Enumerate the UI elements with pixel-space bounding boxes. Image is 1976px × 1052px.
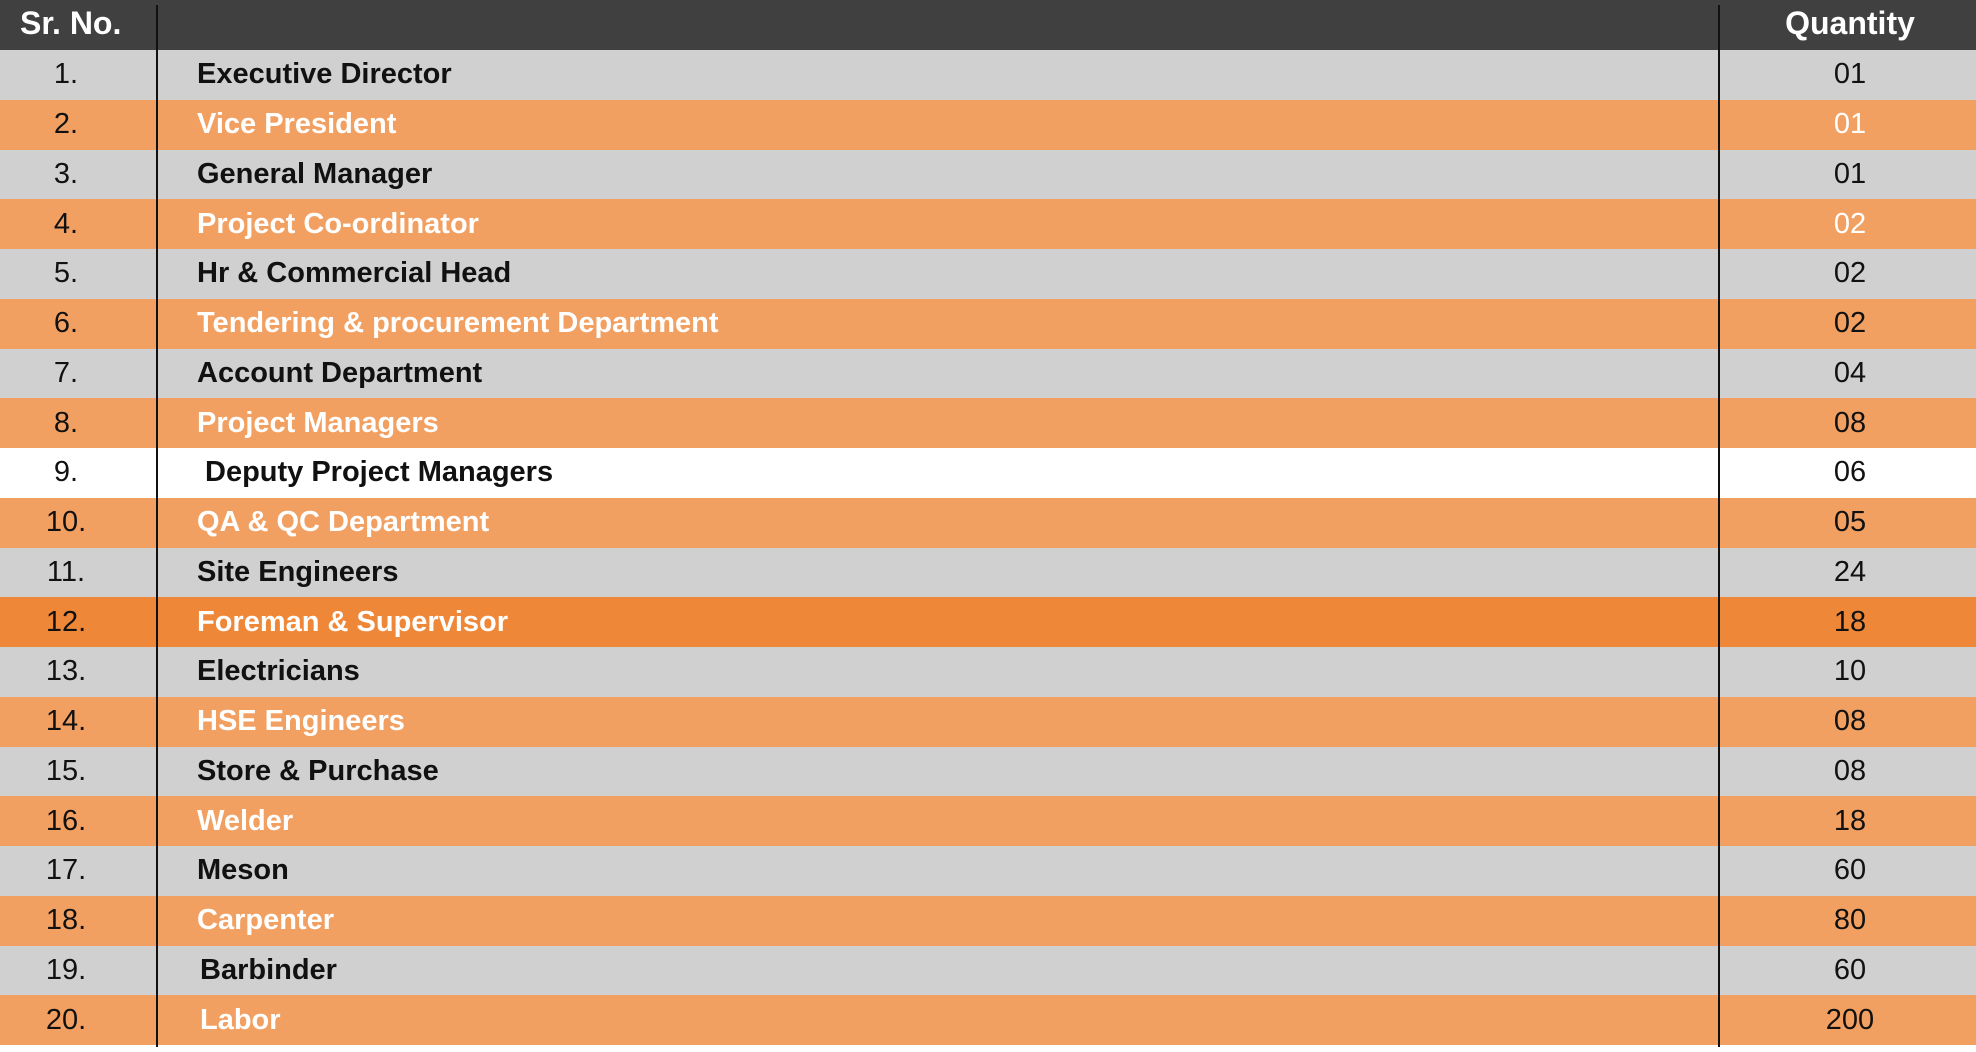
row-number: 13.: [45, 655, 87, 688]
row-designation: QA & QC Department: [197, 506, 490, 539]
row-quantity: 24: [1833, 555, 1867, 588]
row-quantity: 60: [1833, 854, 1867, 887]
row-designation: Store & Purchase: [197, 754, 439, 787]
row-number: 19.: [45, 953, 87, 986]
table-row: 1. Executive Director 01: [0, 50, 1976, 100]
table-row: 8. Project Managers 08: [0, 398, 1976, 448]
table-row: 19. Barbinder 60: [0, 945, 1976, 996]
row-quantity: 08: [1833, 406, 1867, 439]
row-number: 12.: [45, 605, 87, 638]
row-number: 8.: [53, 406, 79, 439]
table-row: 13. Electricians 10: [0, 647, 1976, 697]
row-designation: Deputy Project Managers: [205, 456, 554, 489]
row-number: 9.: [53, 456, 79, 489]
header-quantity: Quantity: [1785, 5, 1915, 41]
row-quantity: 200: [1825, 1003, 1875, 1036]
row-designation: Hr & Commercial Head: [197, 257, 512, 290]
row-designation: Meson: [197, 854, 289, 887]
table-row: 3. General Manager 01: [0, 149, 1976, 200]
row-designation: Foreman & Supervisor: [197, 605, 509, 638]
row-quantity: 02: [1833, 207, 1867, 240]
row-designation: Labor: [200, 1003, 281, 1036]
table-row: 5. Hr & Commercial Head 02: [0, 249, 1976, 299]
staff-quantity-table: Sr. No. Quantity 1. Executive Director 0…: [0, 0, 1976, 1047]
table-body: 1. Executive Director 01 2. Vice Preside…: [0, 50, 1976, 1045]
row-number: 7.: [53, 356, 79, 389]
row-quantity: 02: [1833, 257, 1867, 290]
row-designation: General Manager: [197, 157, 433, 190]
row-number: 11.: [46, 555, 86, 588]
row-designation: Account Department: [197, 356, 483, 389]
table-row: 12. Foreman & Supervisor 18: [0, 597, 1976, 647]
row-quantity: 04: [1833, 356, 1867, 389]
row-number: 4.: [53, 207, 79, 240]
table-row: 17. Meson 60: [0, 846, 1976, 896]
row-number: 5.: [53, 257, 79, 290]
row-number: 16.: [45, 804, 87, 837]
row-quantity: 02: [1833, 307, 1867, 340]
row-number: 1.: [53, 58, 79, 91]
row-number: 20.: [45, 1003, 87, 1036]
header-sr-no: Sr. No.: [20, 5, 122, 41]
table-row: 14. HSE Engineers 08: [0, 696, 1976, 747]
table-row: 4. Project Co-ordinator 02: [0, 199, 1976, 249]
table-row: 18. Carpenter 80: [0, 895, 1976, 946]
column-divider-right: [1718, 5, 1720, 1047]
row-number: 3.: [53, 157, 79, 190]
row-number: 14.: [45, 705, 87, 738]
row-quantity: 05: [1833, 506, 1867, 539]
row-designation: Tendering & procurement Department: [197, 307, 719, 340]
row-number: 17.: [45, 854, 87, 887]
row-number: 6.: [53, 307, 79, 340]
row-number: 15.: [45, 754, 87, 787]
row-designation: Electricians: [197, 655, 360, 688]
row-quantity: 80: [1833, 904, 1867, 937]
table-row: 11. Site Engineers 24: [0, 547, 1976, 598]
row-quantity: 08: [1833, 705, 1867, 738]
row-designation: Site Engineers: [197, 555, 399, 588]
table-row: 20. Labor 200: [0, 995, 1976, 1045]
row-designation: Executive Director: [197, 58, 452, 91]
column-divider-left: [156, 5, 158, 1047]
table-row: 9. Deputy Project Managers 06: [0, 448, 1976, 498]
row-designation: Vice President: [197, 108, 397, 141]
row-quantity: 01: [1833, 108, 1867, 141]
row-designation: HSE Engineers: [197, 705, 405, 738]
row-quantity: 01: [1833, 58, 1867, 91]
table-row: 10. QA & QC Department 05: [0, 497, 1976, 548]
row-number: 2.: [53, 108, 79, 141]
row-quantity: 06: [1833, 456, 1867, 489]
table-row: 2. Vice President 01: [0, 99, 1976, 150]
row-quantity: 08: [1833, 754, 1867, 787]
row-number: 18.: [45, 904, 87, 937]
row-designation: Welder: [197, 804, 294, 837]
table-row: 16. Welder 18: [0, 796, 1976, 846]
table-row: 7. Account Department 04: [0, 348, 1976, 399]
row-quantity: 60: [1833, 953, 1867, 986]
table-row: 6. Tendering & procurement Department 02: [0, 298, 1976, 349]
row-quantity: 01: [1833, 157, 1867, 190]
row-number: 10.: [45, 506, 87, 539]
row-designation: Barbinder: [200, 953, 337, 986]
row-quantity: 18: [1833, 804, 1867, 837]
table-row: 15. Store & Purchase 08: [0, 746, 1976, 797]
row-designation: Carpenter: [197, 904, 334, 937]
row-designation: Project Co-ordinator: [197, 207, 479, 240]
row-designation: Project Managers: [197, 406, 439, 439]
row-quantity: 10: [1833, 655, 1867, 688]
row-quantity: 18: [1833, 605, 1867, 638]
table-header: Sr. No. Quantity: [0, 0, 1976, 50]
